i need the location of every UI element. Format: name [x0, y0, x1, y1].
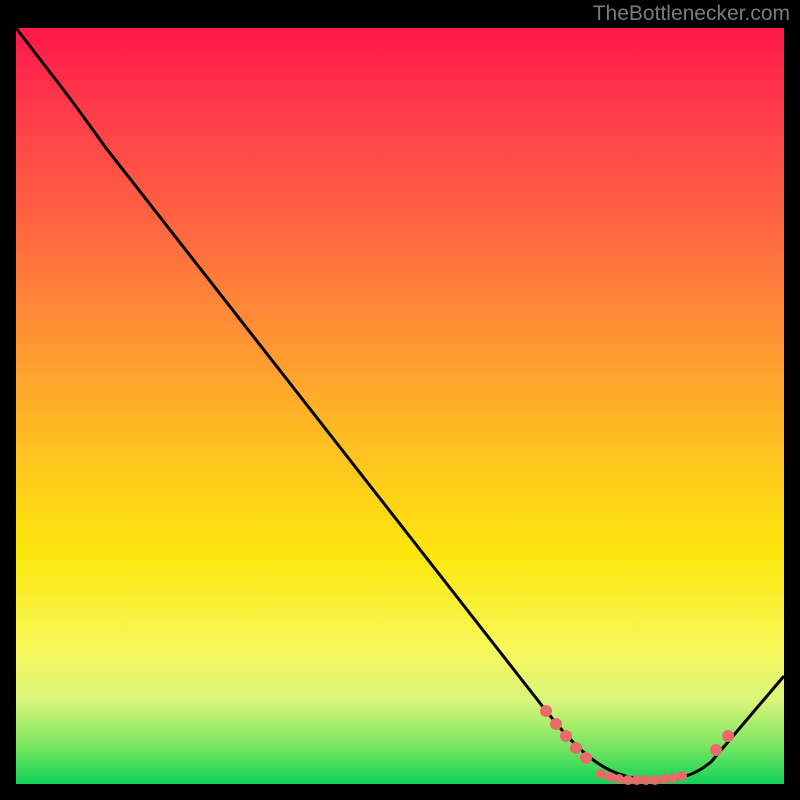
plot-area: [16, 28, 784, 784]
chart-svg: [16, 28, 784, 784]
bottleneck-curve: [16, 28, 784, 780]
chart-frame: TheBottlenecker.com: [0, 0, 800, 800]
marker-dots: [540, 705, 734, 785]
attribution-label: TheBottlenecker.com: [593, 2, 790, 26]
